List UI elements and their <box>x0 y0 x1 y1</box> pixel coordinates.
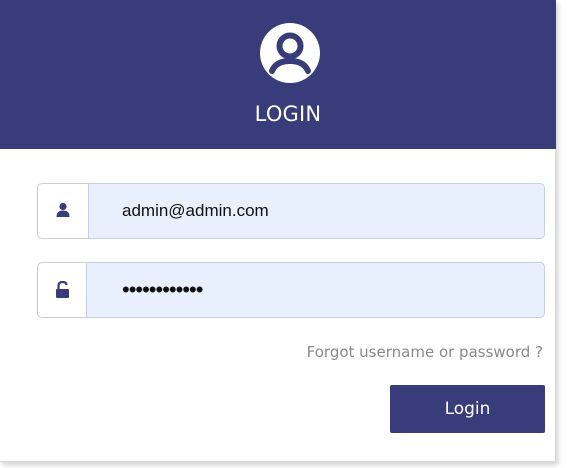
email-field[interactable] <box>88 183 545 239</box>
login-card: LOGIN Forgot username or password ? Logi… <box>0 0 556 462</box>
password-field[interactable] <box>86 262 545 318</box>
user-circle-icon <box>258 21 322 85</box>
page-title: LOGIN <box>254 102 322 126</box>
password-addon <box>37 262 89 318</box>
email-input-group <box>37 183 545 239</box>
forgot-password-link[interactable]: Forgot username or password ? <box>307 343 543 361</box>
unlock-icon <box>56 281 69 298</box>
password-input-group <box>37 262 545 318</box>
login-header: LOGIN <box>0 0 556 149</box>
email-addon <box>37 183 89 239</box>
user-icon <box>56 202 70 217</box>
login-button[interactable]: Login <box>390 385 545 433</box>
